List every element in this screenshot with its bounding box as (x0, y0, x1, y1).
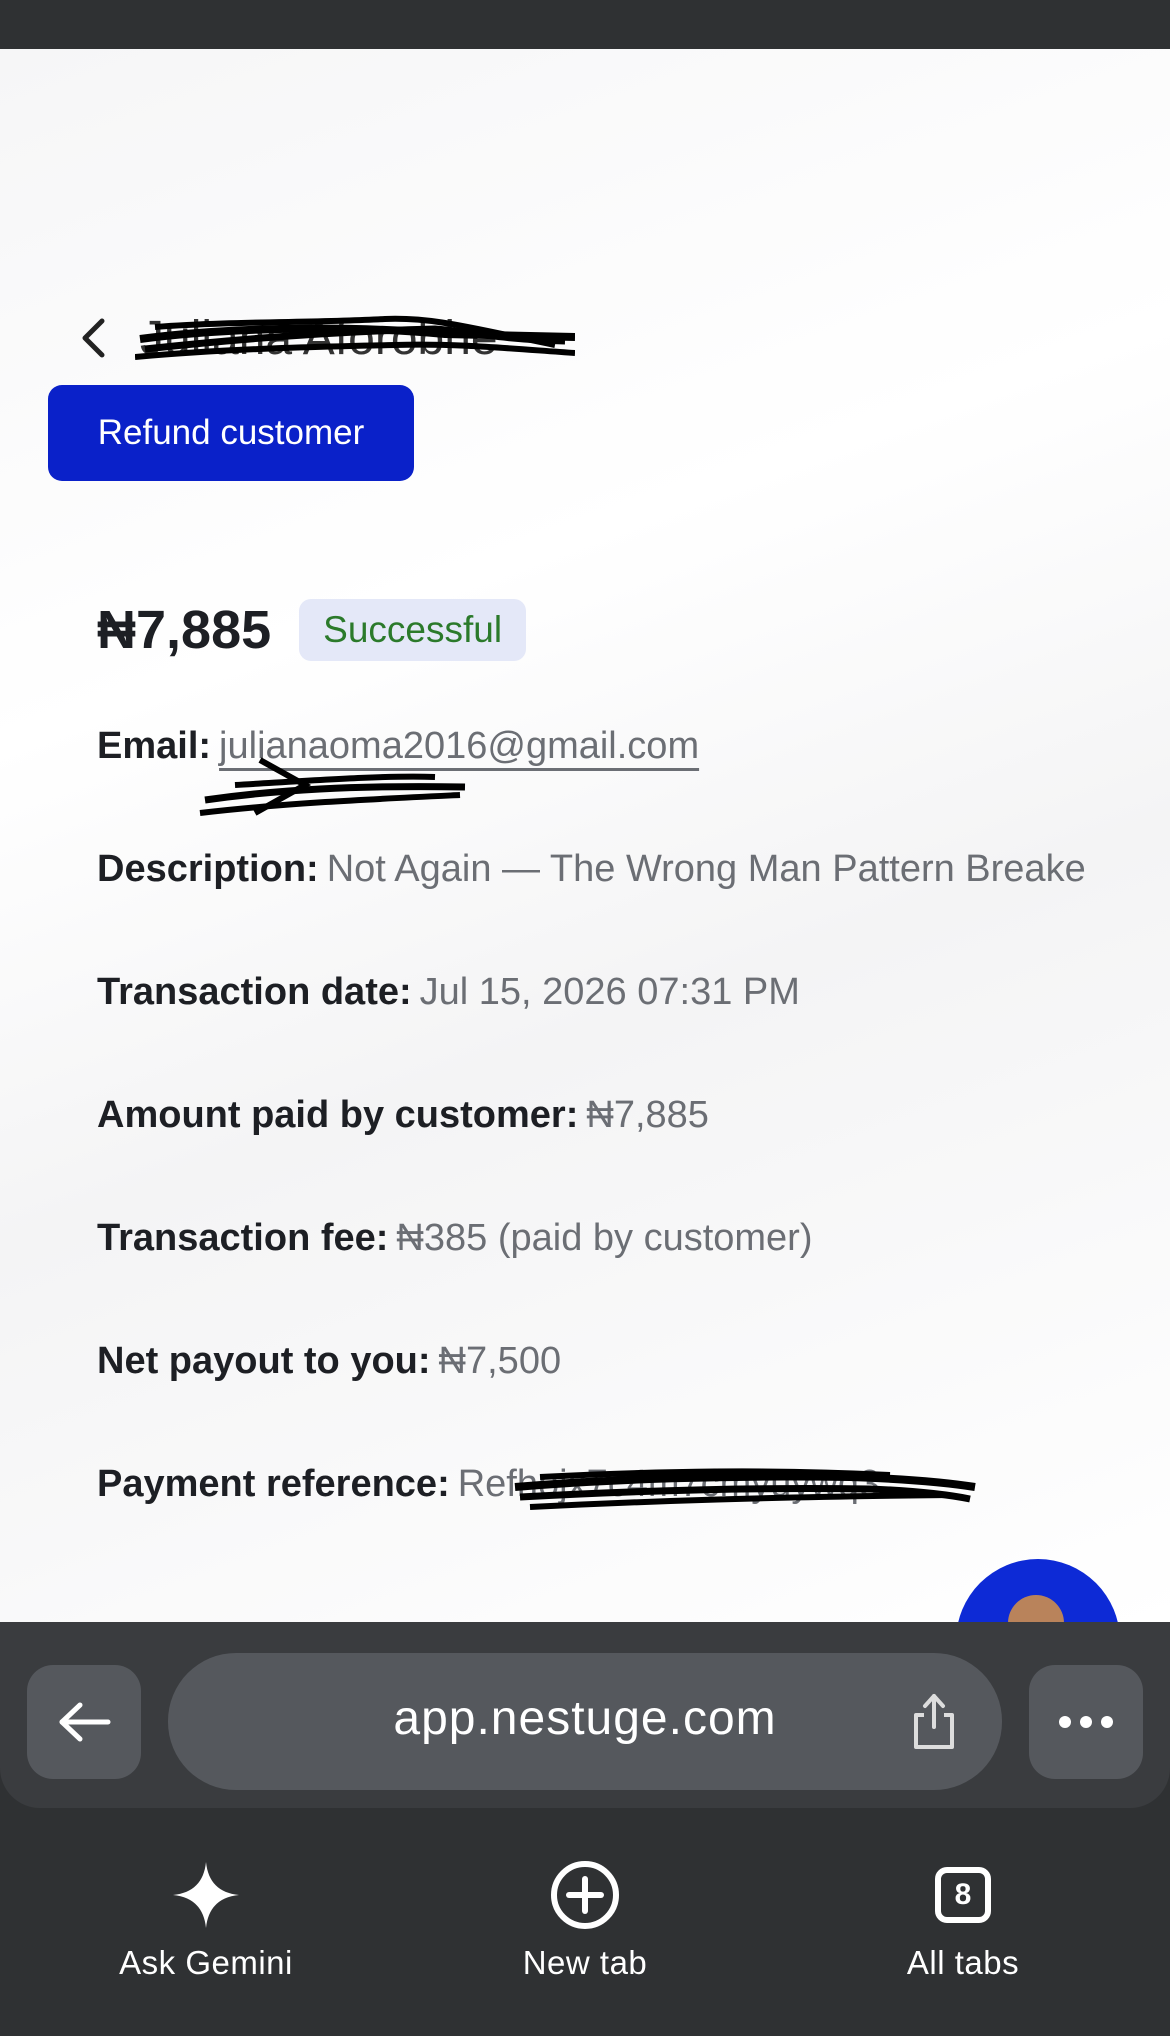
sparkle-icon (173, 1862, 239, 1928)
nav-new-tab-label: New tab (522, 1944, 648, 1981)
transaction-fee-value: ₦385 (paid by customer) (396, 1217, 813, 1259)
transaction-page: Juliana Aforobhe Refund customer ₦7,885 … (0, 49, 1170, 1623)
address-bar[interactable]: app.nestuge.com (168, 1653, 1002, 1790)
nav-all-tabs-label: All tabs (906, 1944, 1020, 1981)
transaction-fee-label: Transaction fee: (97, 1217, 389, 1259)
email-link[interactable]: julianaoma2016@gmail.com (219, 725, 699, 767)
description-row: Description: Not Again — The Wrong Man Pa… (97, 848, 1086, 891)
net-payout-label: Net payout to you: (97, 1340, 431, 1382)
transaction-fee-row: Transaction fee: ₦385 (paid by customer) (97, 1217, 813, 1260)
share-icon[interactable] (906, 1691, 962, 1751)
tabs-count: 8 (935, 1867, 991, 1923)
payment-reference-value: Refhojx7c4m7cmyuywq3 (457, 1463, 881, 1505)
email-label: Email: (97, 725, 212, 767)
refund-customer-button[interactable]: Refund customer (48, 385, 414, 481)
more-dots-icon (1059, 1716, 1113, 1728)
payment-reference-label: Payment reference: (97, 1463, 450, 1505)
status-badge: Successful (299, 599, 527, 661)
plus-circle-icon (551, 1861, 619, 1929)
nav-ask-gemini-label: Ask Gemini (119, 1944, 293, 1981)
nav-all-tabs[interactable]: 8 All tabs (843, 1860, 1083, 1982)
browser-back-button[interactable] (27, 1665, 141, 1779)
page-header: Juliana Aforobhe (70, 299, 670, 379)
browser-bottom-nav: Ask Gemini New tab 8 All tabs (0, 1808, 1170, 2036)
amount-summary: ₦7,885 Successful (97, 595, 527, 665)
back-chevron-icon[interactable] (70, 313, 120, 363)
email-row: Email: julianaoma2016@gmail.com (97, 725, 699, 768)
description-label: Description: (97, 848, 319, 890)
transaction-date-value: Jul 15, 2026 07:31 PM (419, 971, 800, 1013)
support-avatar-button[interactable] (956, 1559, 1120, 1623)
amount-paid-label: Amount paid by customer: (97, 1094, 579, 1136)
status-bar-strip (0, 0, 1170, 49)
description-value: Not Again — The Wrong Man Pattern Breake (326, 848, 1086, 890)
tabs-icon: 8 (843, 1860, 1083, 1930)
avatar (1008, 1595, 1064, 1623)
arrow-left-icon (59, 1702, 111, 1742)
net-payout-value: ₦7,500 (438, 1340, 562, 1382)
transaction-date-label: Transaction date: (97, 971, 412, 1013)
transaction-amount: ₦7,885 (97, 600, 272, 660)
net-payout-row: Net payout to you: ₦7,500 (97, 1340, 561, 1383)
amount-paid-row: Amount paid by customer: ₦7,885 (97, 1094, 709, 1137)
more-options-button[interactable] (1029, 1665, 1143, 1779)
amount-paid-value: ₦7,885 (586, 1094, 709, 1136)
transaction-date-row: Transaction date: Jul 15, 2026 07:31 PM (97, 971, 800, 1014)
nav-ask-gemini[interactable]: Ask Gemini (86, 1860, 326, 1982)
nav-new-tab[interactable]: New tab (465, 1860, 705, 1982)
payment-reference-row: Payment reference: Refhojx7c4m7cmyuywq3 (97, 1463, 880, 1506)
customer-name: Juliana Aforobhe (140, 312, 498, 365)
url-text[interactable]: app.nestuge.com (168, 1691, 1002, 1746)
